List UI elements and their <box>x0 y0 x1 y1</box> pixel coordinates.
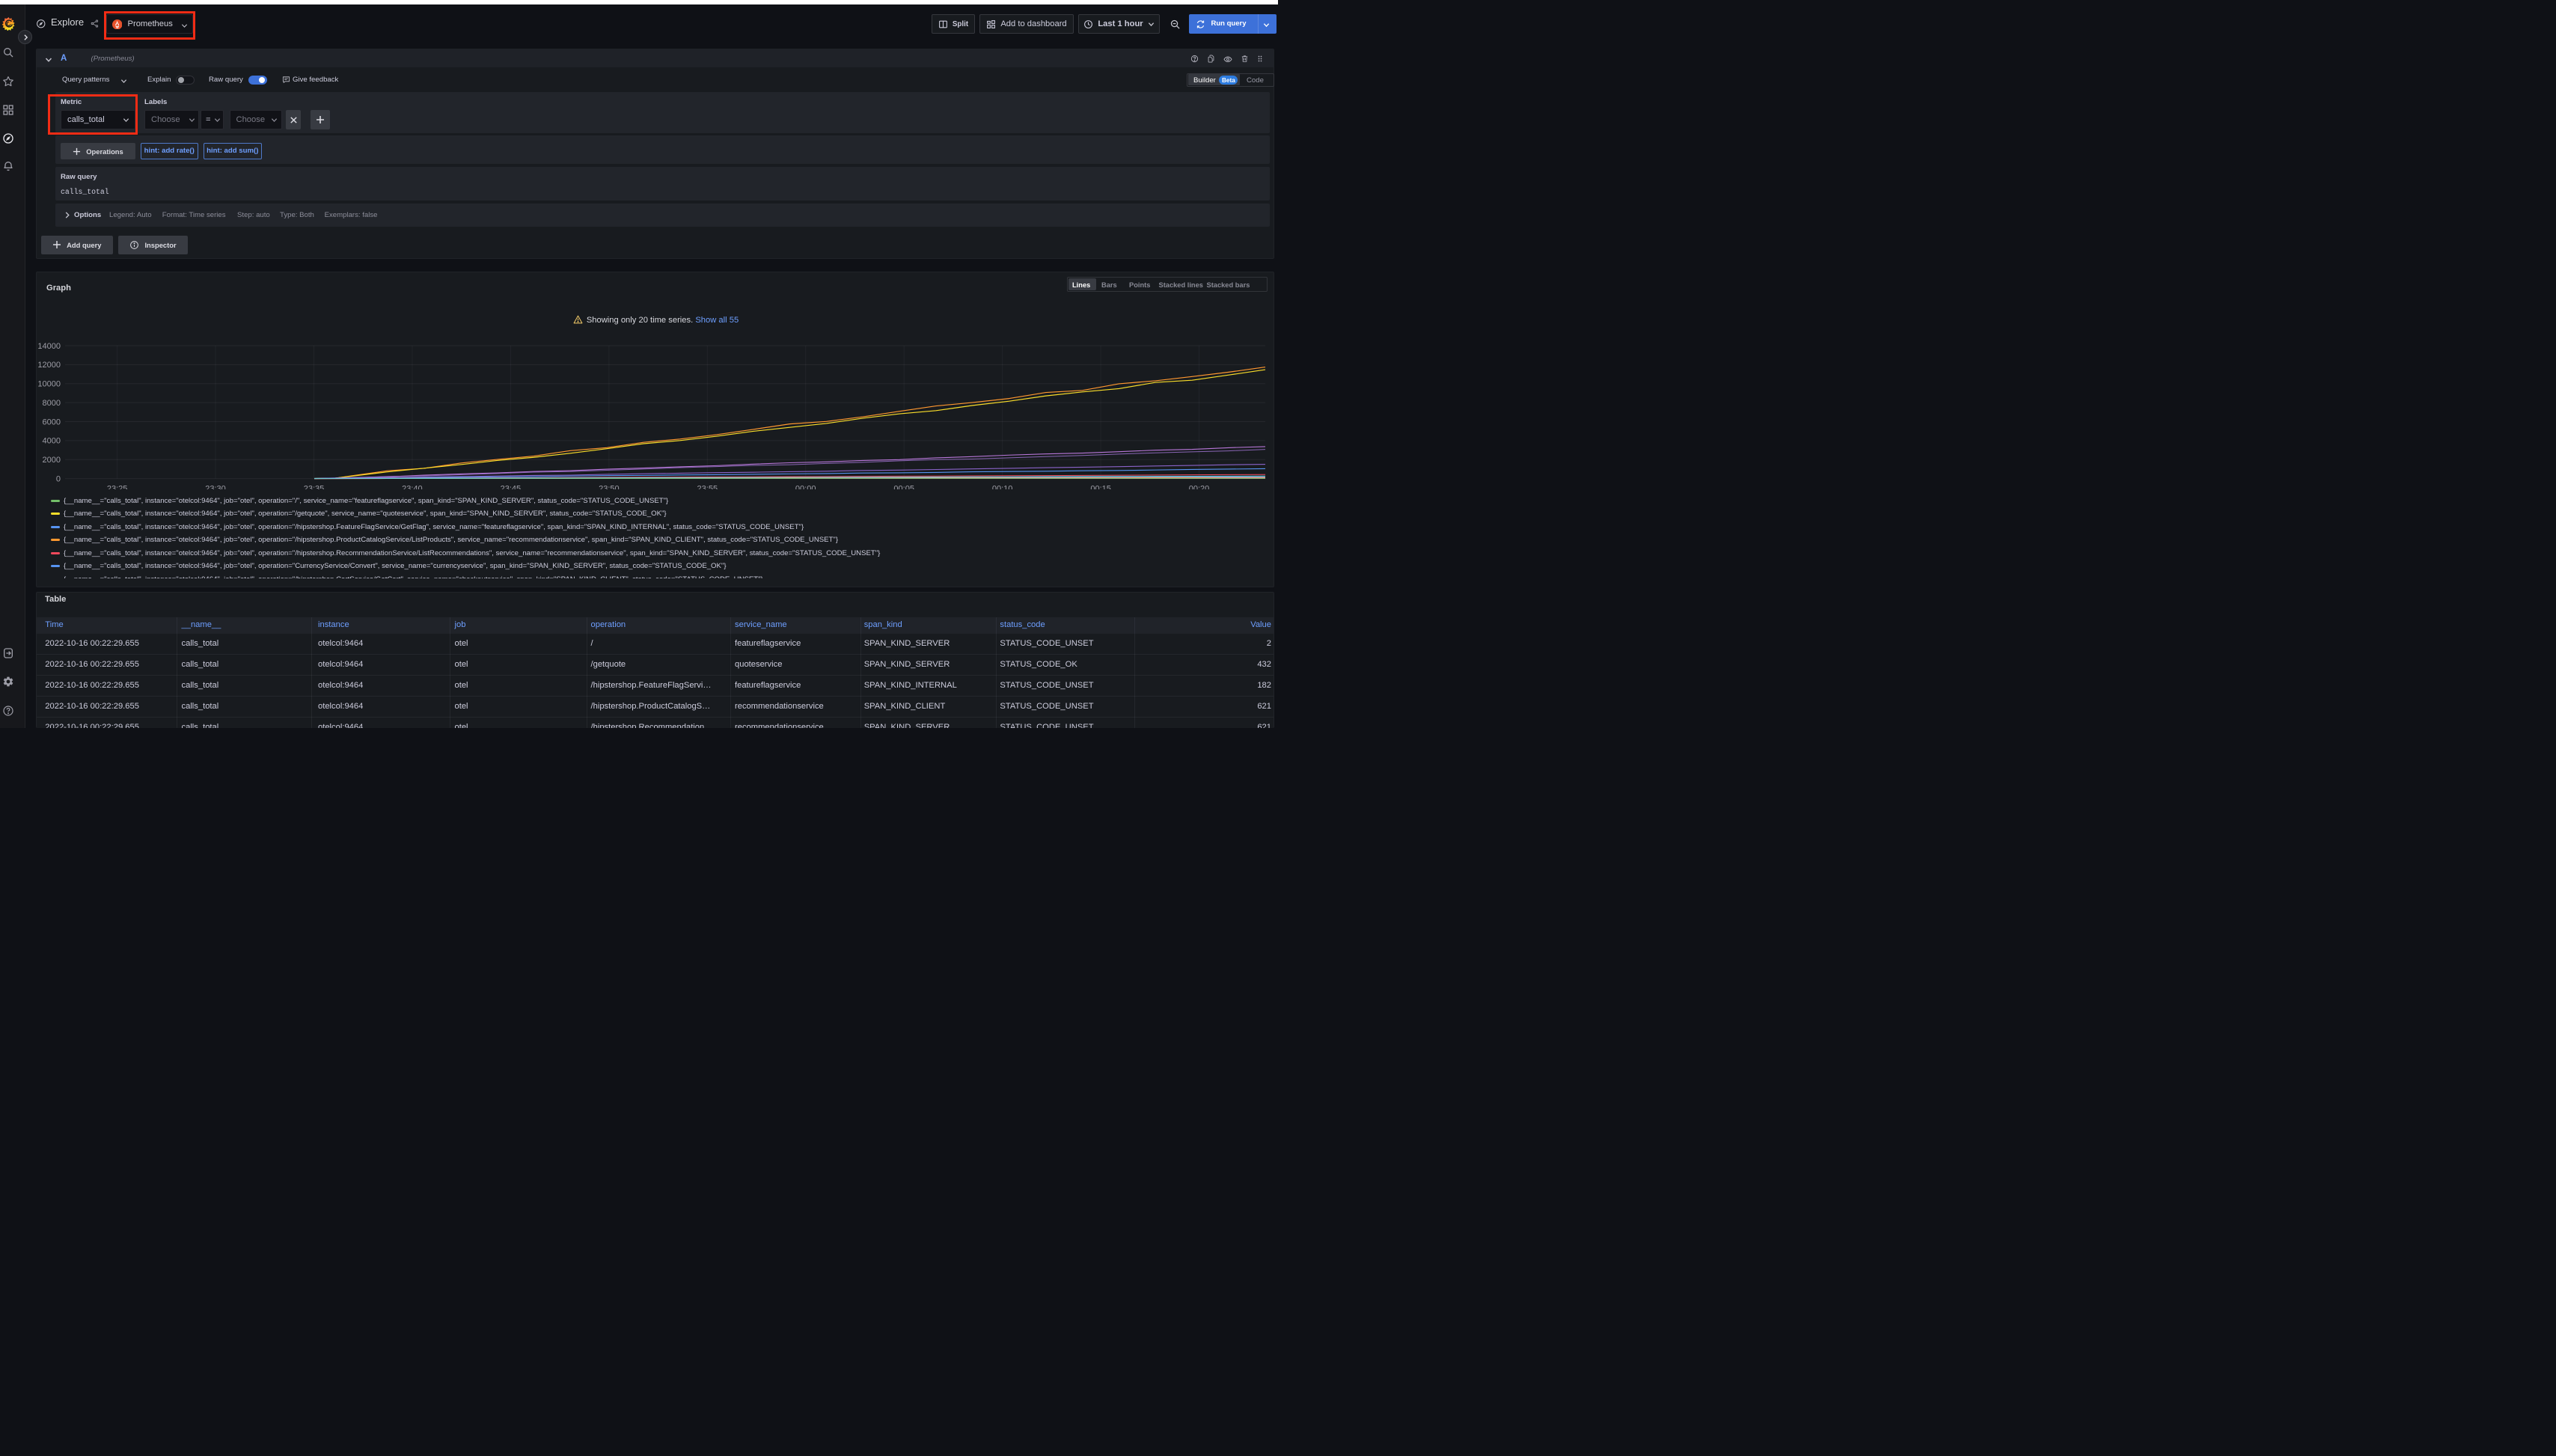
svg-text:6000: 6000 <box>43 417 61 426</box>
svg-text:4000: 4000 <box>43 437 61 446</box>
svg-text:23:45: 23:45 <box>501 485 522 490</box>
svg-text:0: 0 <box>56 474 61 483</box>
svg-text:00:15: 00:15 <box>1090 485 1111 490</box>
svg-text:23:50: 23:50 <box>599 485 620 490</box>
svg-text:14000: 14000 <box>37 342 61 351</box>
svg-text:12000: 12000 <box>37 361 61 370</box>
svg-text:23:25: 23:25 <box>107 485 128 490</box>
svg-text:00:10: 00:10 <box>992 485 1013 490</box>
svg-text:23:35: 23:35 <box>304 485 325 490</box>
svg-text:00:20: 00:20 <box>1189 485 1210 490</box>
svg-text:8000: 8000 <box>43 399 61 408</box>
svg-text:23:30: 23:30 <box>205 485 226 490</box>
svg-text:00:05: 00:05 <box>893 485 914 490</box>
svg-text:00:00: 00:00 <box>795 485 816 490</box>
svg-text:2000: 2000 <box>43 456 61 465</box>
svg-text:23:55: 23:55 <box>697 485 718 490</box>
svg-text:23:40: 23:40 <box>402 485 423 490</box>
svg-text:10000: 10000 <box>37 380 61 389</box>
